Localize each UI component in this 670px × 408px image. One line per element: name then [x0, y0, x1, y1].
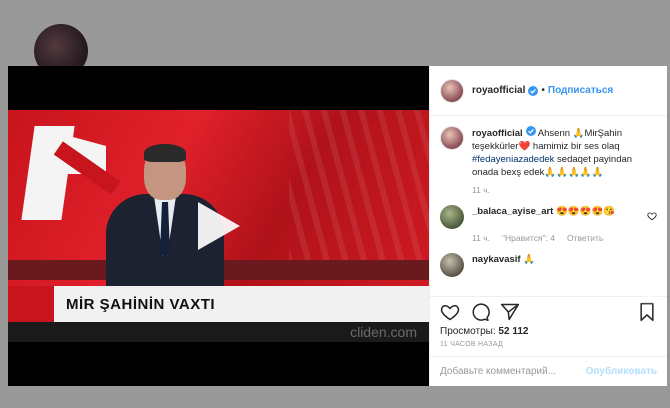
ticker-bar: cliden.com [8, 322, 429, 342]
caption-text: royaofficial Ahsenn 🙏MirŞahin teşekkürle… [472, 126, 657, 179]
share-icon[interactable] [500, 302, 520, 322]
play-icon[interactable] [194, 200, 242, 252]
post-timestamp[interactable]: 11 ЧАСОВ НАЗАД [430, 337, 667, 348]
post-modal: MİR ŞAHİNİN VAXTI cliden.com royaofficia… [8, 66, 667, 386]
views-label: Просмотры: [440, 326, 496, 337]
follow-button[interactable]: Подписаться [548, 85, 613, 96]
post-sidebar: royaofficial • Подписаться royaofficial … [429, 66, 667, 386]
comment-avatar[interactable] [440, 253, 464, 277]
caption-time[interactable]: 11 ч. [472, 185, 657, 195]
caption-avatar[interactable] [440, 126, 464, 150]
comment-username[interactable]: _balaca_ayise_art [472, 206, 553, 217]
comment-avatar[interactable] [440, 205, 464, 229]
caption: royaofficial Ahsenn 🙏MirŞahin teşekkürle… [440, 126, 657, 179]
separator-dot: • [541, 85, 545, 96]
reply-button[interactable]: Ответить [567, 233, 603, 243]
add-comment-bar: Опубликовать [430, 356, 667, 386]
banner-text: MİR ŞAHİNİN VAXTI [66, 295, 216, 313]
heart-icon[interactable] [440, 302, 460, 322]
comment-time[interactable]: 11 ч. [472, 233, 490, 243]
lower-third-banner: MİR ŞAHİNİN VAXTI [8, 286, 429, 322]
comment-likes[interactable]: "Нравится": 4 [502, 233, 555, 243]
comment-text: _balaca_ayise_art 😍😍😍😍😘 [472, 205, 647, 229]
channel-logo [21, 120, 121, 228]
comment-body: 😍😍😍😍😘 [553, 206, 616, 217]
avatar[interactable] [440, 78, 464, 103]
comment-meta: 11 ч. "Нравится": 4 Ответить [472, 233, 657, 243]
post-header: royaofficial • Подписаться [430, 66, 667, 116]
comment-item: naykavasif 🙏 [440, 253, 657, 277]
verified-badge-icon [528, 85, 539, 96]
heart-icon[interactable] [647, 211, 657, 221]
comments-list[interactable]: royaofficial Ahsenn 🙏MirŞahin teşekkürle… [430, 116, 667, 296]
comment-username[interactable]: naykavasif [472, 254, 521, 265]
publish-button[interactable]: Опубликовать [586, 366, 657, 377]
comment-item: _balaca_ayise_art 😍😍😍😍😘 [440, 205, 657, 229]
comment-text: naykavasif 🙏 [472, 253, 657, 277]
hashtag-link[interactable]: #fedayeniazadedek [472, 154, 554, 165]
watermark: cliden.com [350, 324, 417, 340]
views-count[interactable]: Просмотры: 52 112 [430, 326, 667, 337]
verified-badge-icon [525, 126, 536, 136]
header-username[interactable]: royaofficial [472, 85, 525, 96]
chevron-right-icon[interactable] [640, 282, 662, 304]
views-number: 52 112 [498, 326, 529, 337]
comment-icon[interactable] [470, 302, 490, 322]
bookmark-icon[interactable] [637, 302, 657, 322]
caption-username[interactable]: royaofficial [472, 128, 523, 139]
studio-lights [289, 110, 429, 270]
comment-body: 🙏 [520, 254, 536, 265]
action-bar [430, 296, 667, 326]
comment-input[interactable] [440, 366, 586, 377]
video-player[interactable]: MİR ŞAHİNİN VAXTI cliden.com [8, 66, 429, 386]
